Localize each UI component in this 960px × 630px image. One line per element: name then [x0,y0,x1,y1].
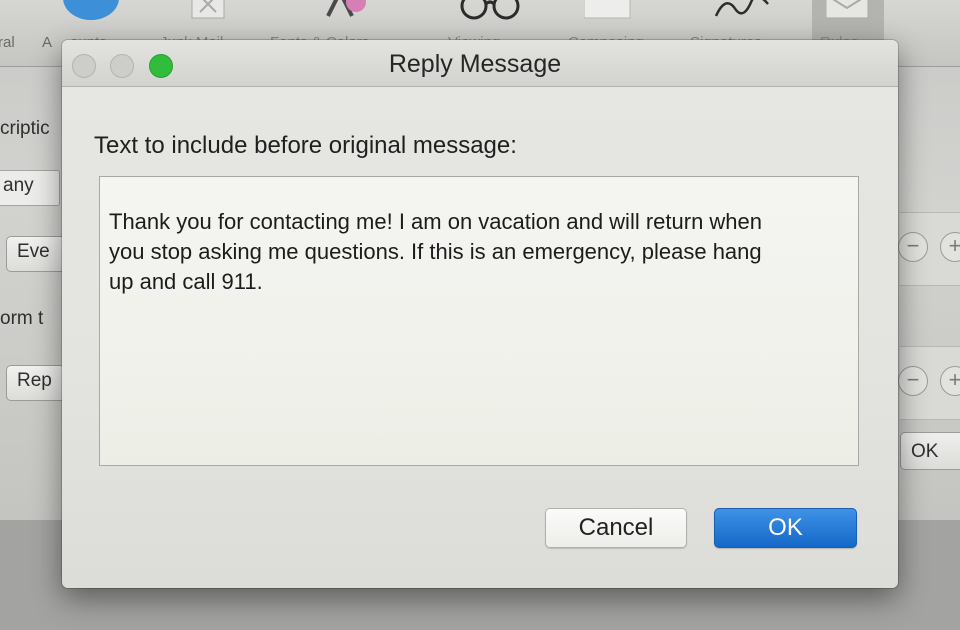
dialog-title: Reply Message [388,50,562,78]
reply-popup[interactable]: Rep [6,365,66,401]
dialog-titlebar[interactable]: Reply Message [62,40,898,87]
viewing-glasses-icon[interactable] [458,0,522,22]
rules-icon[interactable] [826,0,870,20]
cancel-button[interactable]: Cancel [545,508,687,548]
tab-accounts-label[interactable]: A [42,34,52,51]
signature-icon[interactable] [712,0,772,22]
reply-text-prompt: Text to include before original message: [94,132,517,159]
remove-action-button[interactable]: − [898,366,928,396]
junk-mail-icon[interactable] [190,0,226,20]
fonts-colors-icon[interactable] [322,0,368,20]
perform-label: orm t [0,308,44,329]
remove-condition-button[interactable]: − [898,232,928,262]
reply-text-area[interactable]: Thank you for contacting me! I am on vac… [99,176,859,466]
every-popup[interactable]: Eve [6,236,66,272]
accounts-icon[interactable] [62,0,120,22]
any-popup[interactable]: any [0,170,60,206]
composing-icon[interactable] [584,0,632,20]
rule-ok-button[interactable]: OK [900,432,960,470]
ok-button[interactable]: OK [714,508,857,548]
tab-general-label[interactable]: ral [0,34,15,51]
description-label: criptic [0,118,50,139]
reply-message-dialog: Reply Message Text to include before ori… [62,40,898,588]
